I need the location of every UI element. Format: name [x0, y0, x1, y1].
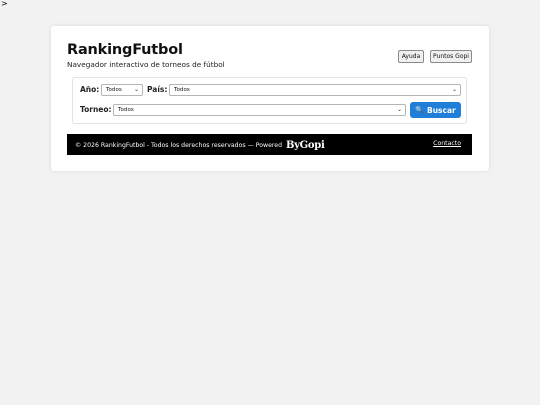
tournament-label: Torneo:: [80, 105, 112, 114]
tournament-select[interactable]: Todos ⌄: [113, 104, 406, 116]
stray-character: >: [1, 0, 8, 8]
chevron-down-icon: ⌄: [133, 86, 139, 93]
contact-link[interactable]: Contacto: [433, 140, 461, 147]
page-subtitle: Navegador interactivo de torneos de fútb…: [67, 60, 225, 69]
country-label: País:: [147, 85, 168, 94]
search-button-label: Buscar: [426, 105, 456, 115]
help-button[interactable]: Ayuda: [398, 50, 424, 63]
search-icon: 🔍: [415, 106, 424, 114]
footer: © 2026 RankingFutbol - Todos los derecho…: [67, 134, 472, 155]
tournament-select-value: Todos: [118, 107, 134, 113]
footer-text: © 2026 RankingFutbol - Todos los derecho…: [75, 140, 325, 151]
search-button[interactable]: 🔍 Buscar: [410, 102, 461, 118]
chevron-down-icon: ⌄: [396, 106, 402, 113]
chevron-down-icon: ⌄: [451, 86, 457, 93]
country-select-value: Todos: [174, 87, 190, 93]
year-label: Año:: [80, 85, 100, 94]
page-title: RankingFutbol: [67, 42, 183, 58]
gopi-points-button[interactable]: Puntos Gopi: [430, 50, 472, 63]
year-select[interactable]: Todos ⌄: [101, 84, 143, 96]
filters-panel: Año: Todos ⌄ País: Todos ⌄ Torneo: Todos…: [72, 77, 467, 124]
bygopi-logo: ByGopi: [286, 140, 325, 151]
year-select-value: Todos: [106, 87, 122, 93]
country-select[interactable]: Todos ⌄: [169, 84, 461, 96]
copyright-text: © 2026 RankingFutbol - Todos los derecho…: [75, 142, 283, 149]
main-card: RankingFutbol Navegador interactivo de t…: [51, 26, 489, 171]
